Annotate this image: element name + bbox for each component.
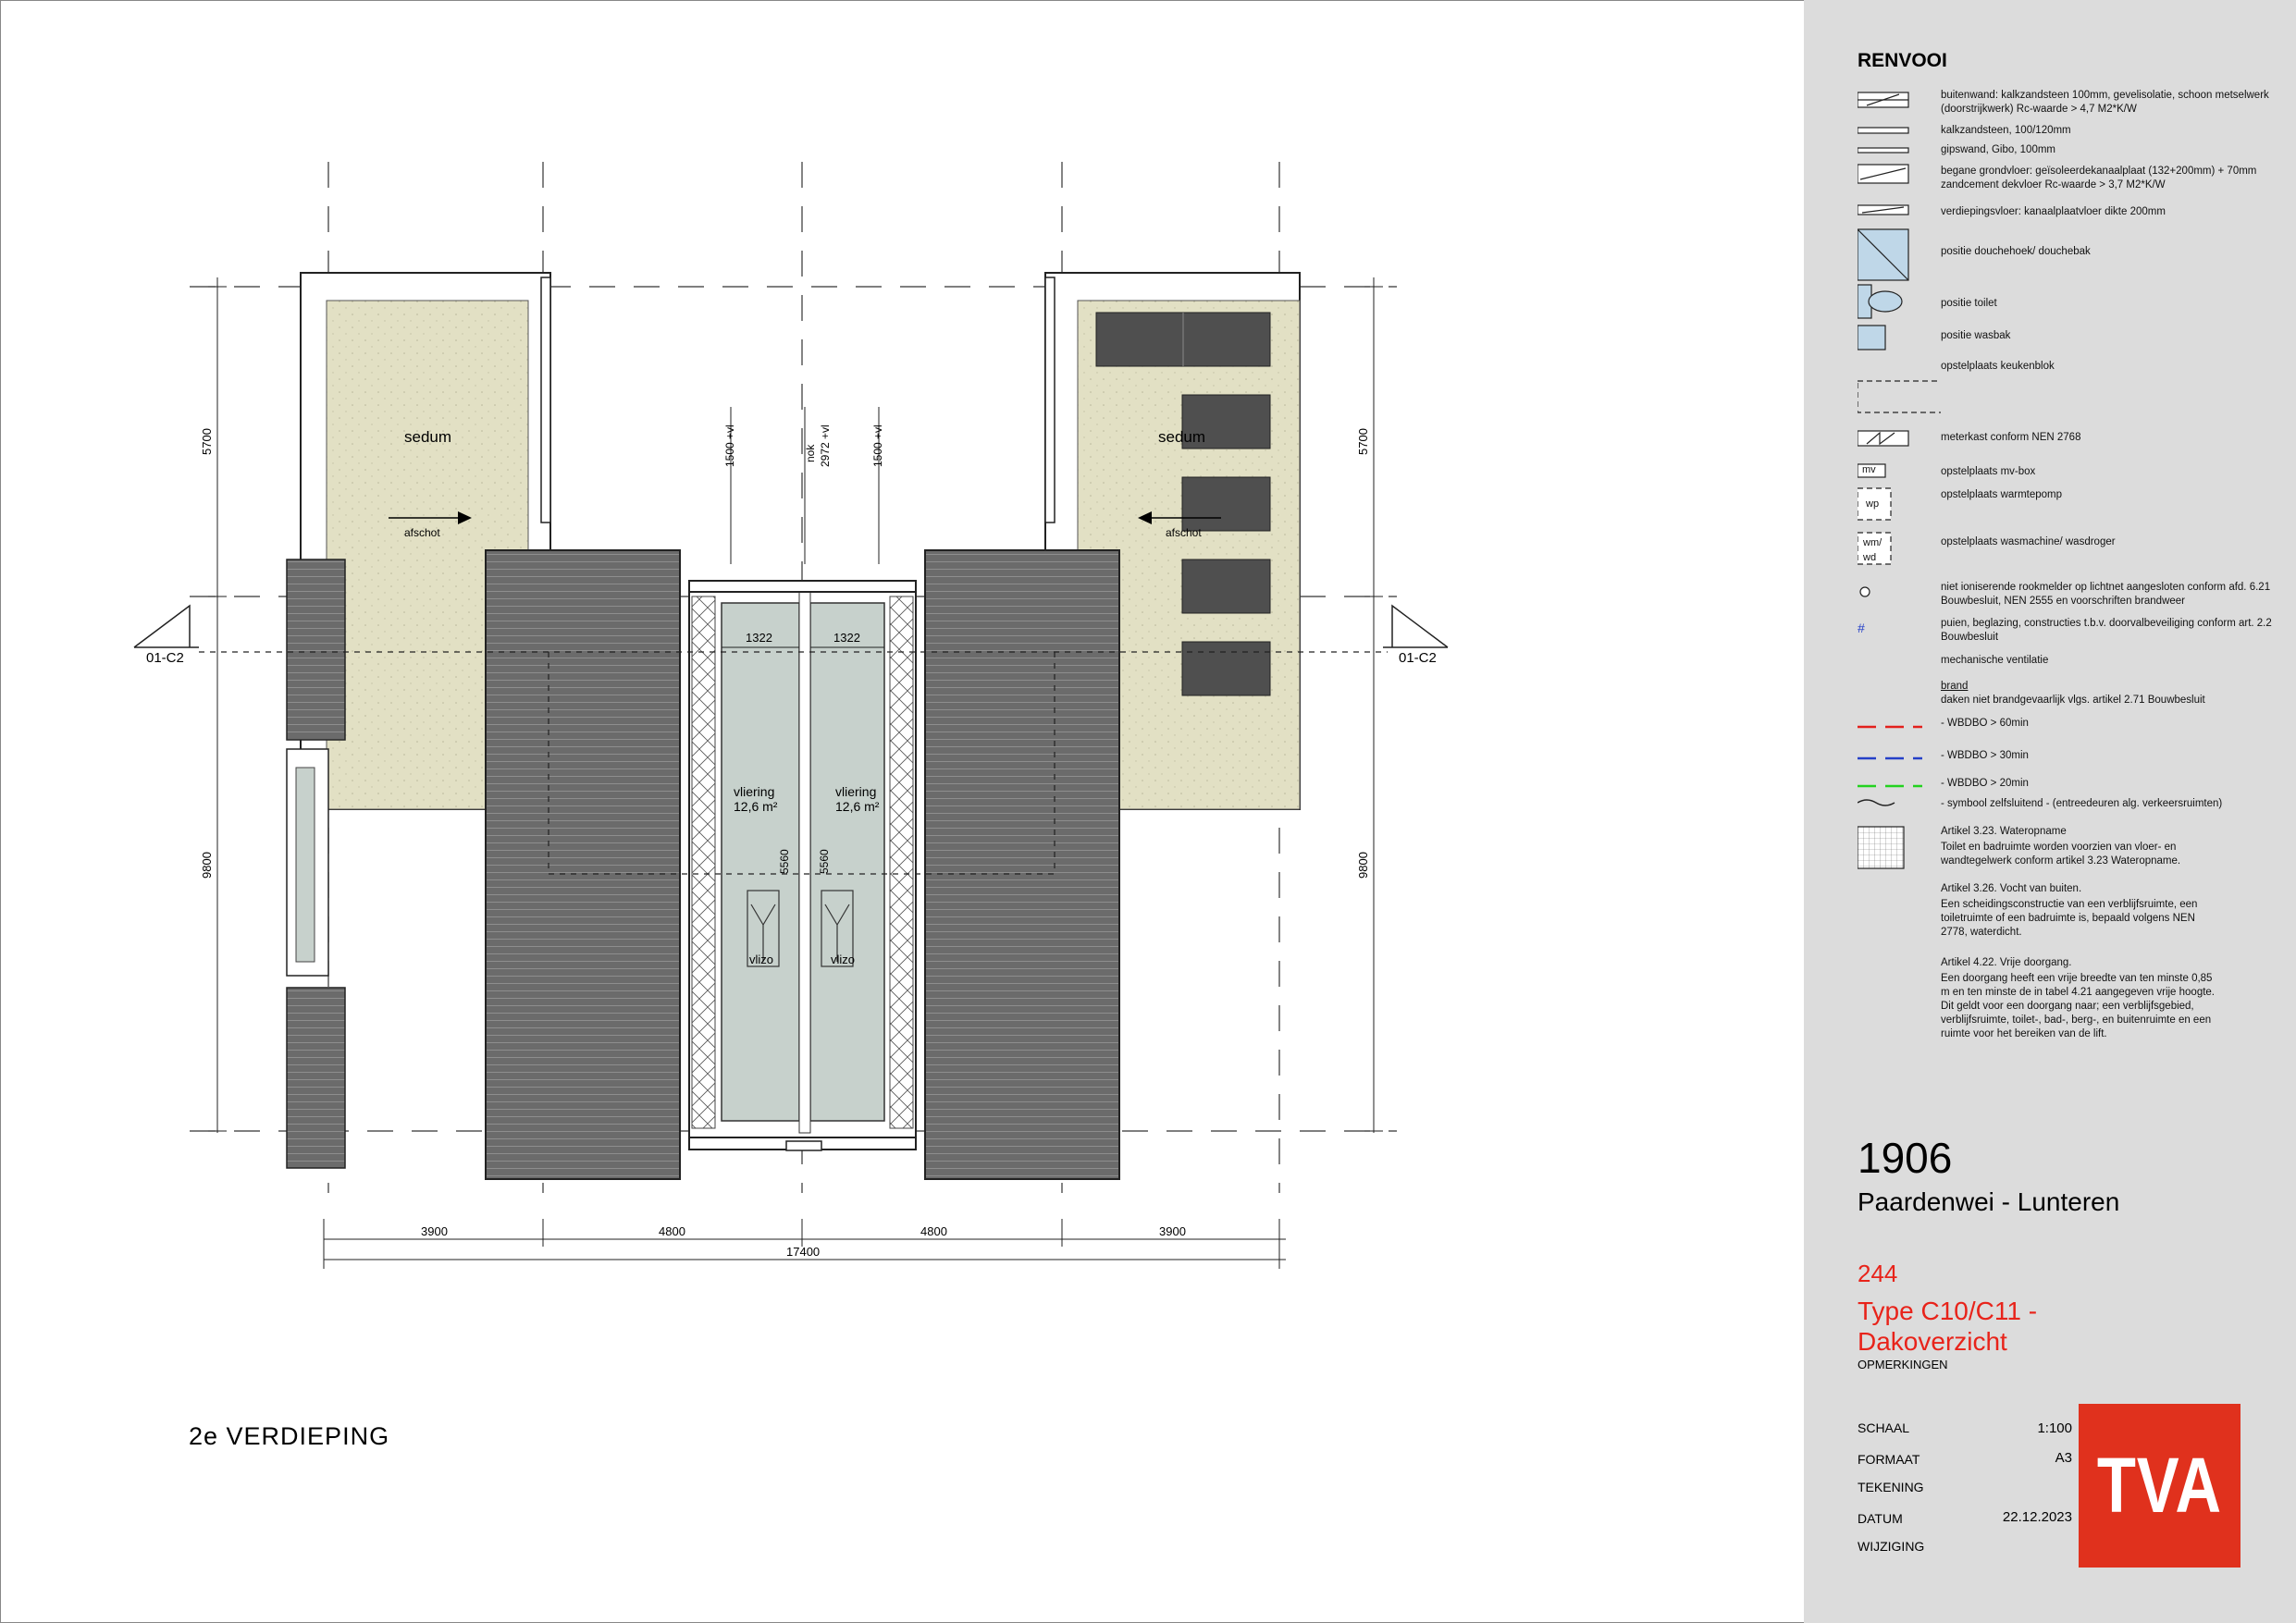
vlizo-label-left: vlizo bbox=[749, 953, 773, 966]
section-marker-label: 01-C2 bbox=[146, 650, 184, 666]
floor-plan: 01-C2 01-C2 sedum sedum afschot afschot … bbox=[133, 162, 1449, 1269]
legend-item-daken: daken niet brandgevaarlijk vlgs. artikel… bbox=[1941, 695, 2205, 706]
height-nok-label: nok bbox=[804, 444, 817, 462]
afschot-label: afschot bbox=[1166, 526, 1202, 539]
height-nok-value: 2972 +vl bbox=[819, 424, 832, 467]
legend-item-zelfsluitend: - symbool zelfsluitend - (entreedeuren a… bbox=[1941, 798, 2223, 809]
vlizo-label-right: vlizo bbox=[831, 953, 855, 966]
dim-1322-right: 1322 bbox=[833, 631, 860, 645]
formaat-value: A3 bbox=[2055, 1450, 2072, 1466]
legend-item-gipswand: gipswand, Gibo, 100mm bbox=[1941, 144, 2056, 155]
legend-item-meterkast: meterkast conform NEN 2768 bbox=[1941, 432, 2081, 443]
legend-item-wasmachine: opstelplaats wasmachine/ wasdroger bbox=[1941, 536, 2116, 547]
height-left: 1500 +vl bbox=[723, 424, 736, 467]
drawing-title-line-1: Type C10/C11 - bbox=[1858, 1297, 2038, 1325]
dim-bottom-1: 3900 bbox=[421, 1224, 448, 1238]
tekening-label: TEKENING bbox=[1858, 1480, 1924, 1494]
dim-1322-left: 1322 bbox=[746, 631, 772, 645]
opmerkingen-label: OPMERKINGEN bbox=[1858, 1358, 1948, 1371]
legend-item-art-326-text: Een scheidingsconstructie van een verbli… bbox=[1941, 899, 2198, 938]
legend-item-art-422-text: Een doorgang heeft een vrije breedte van… bbox=[1941, 973, 2216, 1039]
legend-symbol-wm: wm/ bbox=[1863, 537, 1882, 548]
schaal-label: SCHAAL bbox=[1858, 1420, 1910, 1435]
section-marker-right: 01-C2 bbox=[1383, 604, 1449, 666]
dim-5700-right: 5700 bbox=[1356, 428, 1370, 455]
wijziging-label: WIJZIGING bbox=[1858, 1539, 1925, 1554]
legend-item-warmtepomp: opstelplaats warmtepomp bbox=[1941, 489, 2063, 500]
legend-item-grondvloer: begane grondvloer: geïsoleerdekanaalplaa… bbox=[1941, 166, 2257, 191]
formaat-label: FORMAAT bbox=[1858, 1452, 1920, 1467]
legend-item-art-326: Artikel 3.26. Vocht van buiten. bbox=[1941, 883, 2082, 894]
legend-item-puien: puien, beglazing, constructies t.b.v. do… bbox=[1941, 618, 2272, 643]
datum-value: 22.12.2023 bbox=[2002, 1509, 2072, 1525]
legend-item-brand: brand bbox=[1941, 681, 1969, 692]
legend-symbol-wp: wp bbox=[1866, 498, 1880, 510]
legend-symbol-wd: wd bbox=[1863, 552, 1877, 563]
dim-5700-left: 5700 bbox=[200, 428, 214, 455]
legend-item-kalkzandsteen: kalkzandsteen, 100/120mm bbox=[1941, 125, 2071, 136]
legend-symbols bbox=[1858, 92, 1941, 869]
dim-bottom-4: 3900 bbox=[1159, 1224, 1186, 1238]
legend-item-art-323-text: Toilet en badruimte worden voorzien van … bbox=[1941, 842, 2181, 867]
legend-item-toilet: positie toilet bbox=[1941, 298, 1997, 309]
legend-item-wasbak: positie wasbak bbox=[1941, 330, 2011, 341]
legend-item-art-323: Artikel 3.23. Wateropname bbox=[1941, 826, 2067, 837]
dim-9800-left: 9800 bbox=[200, 852, 214, 879]
floor-label: 2e VERDIEPING bbox=[189, 1422, 390, 1450]
legend-item-rookmelder: niet ioniserende rookmelder op lichtnet … bbox=[1941, 582, 2271, 607]
drawing-number: 244 bbox=[1858, 1260, 1898, 1287]
vliering-area-left: 12,6 m² bbox=[734, 799, 778, 814]
dim-5560-left: 5560 bbox=[778, 849, 791, 874]
legend-item-wbdbo-20: - WBDBO > 20min bbox=[1941, 778, 2029, 789]
logo-text: TVA bbox=[2096, 1442, 2223, 1529]
dim-5560-right: 5560 bbox=[818, 849, 831, 874]
legend-item-mv-box: opstelplaats mv-box bbox=[1941, 466, 2036, 477]
afschot-label: afschot bbox=[404, 526, 440, 539]
legend-item-keukenblok: opstelplaats keukenblok bbox=[1941, 361, 2055, 372]
project-name: Paardenwei - Lunteren bbox=[1858, 1187, 2120, 1216]
dim-total: 17400 bbox=[786, 1245, 820, 1259]
left-pitched-roof bbox=[485, 549, 681, 1180]
legend-symbol-mv: mv bbox=[1862, 464, 1876, 475]
drawing-title-line-2: Dakoverzicht bbox=[1858, 1327, 2007, 1356]
attic-zone bbox=[688, 580, 917, 1151]
dim-bottom-3: 4800 bbox=[920, 1224, 947, 1238]
datum-label: DATUM bbox=[1858, 1511, 1903, 1526]
vliering-label-right: vliering bbox=[835, 784, 876, 799]
section-marker-label: 01-C2 bbox=[1399, 650, 1437, 666]
tva-logo: TVA bbox=[2079, 1404, 2240, 1568]
legend-item-buitenwand: buitenwand: kalkzandsteen 100mm, gevelis… bbox=[1941, 90, 2269, 115]
legend-symbol-puien: # bbox=[1858, 621, 1865, 635]
legend-title: RENVOOI bbox=[1858, 50, 1947, 71]
sedum-label-right: sedum bbox=[1158, 428, 1205, 446]
legend-item-verdiepingsvloer: verdiepingsvloer: kanaalplaatvloer dikte… bbox=[1941, 206, 2166, 217]
right-pitched-roof bbox=[924, 549, 1120, 1180]
vliering-area-right: 12,6 m² bbox=[835, 799, 880, 814]
dim-9800-right: 9800 bbox=[1356, 852, 1370, 879]
legend-item-wbdbo-30: - WBDBO > 30min bbox=[1941, 750, 2029, 761]
height-right: 1500 +vl bbox=[871, 424, 884, 467]
sedum-label-left: sedum bbox=[404, 428, 451, 446]
legend-item-ventilatie: mechanische ventilatie bbox=[1941, 655, 2049, 666]
project-number: 1906 bbox=[1858, 1134, 1953, 1182]
legend-item-douche: positie douchehoek/ douchebak bbox=[1941, 246, 2091, 257]
dim-bottom-2: 4800 bbox=[659, 1224, 685, 1238]
left-balconies bbox=[286, 559, 346, 1169]
legend-item-art-422: Artikel 4.22. Vrije doorgang. bbox=[1941, 957, 2072, 968]
section-marker-left: 01-C2 bbox=[133, 604, 199, 666]
vliering-label-left: vliering bbox=[734, 784, 774, 799]
legend-item-wbdbo-60: - WBDBO > 60min bbox=[1941, 718, 2029, 729]
schaal-value: 1:100 bbox=[2037, 1420, 2072, 1436]
